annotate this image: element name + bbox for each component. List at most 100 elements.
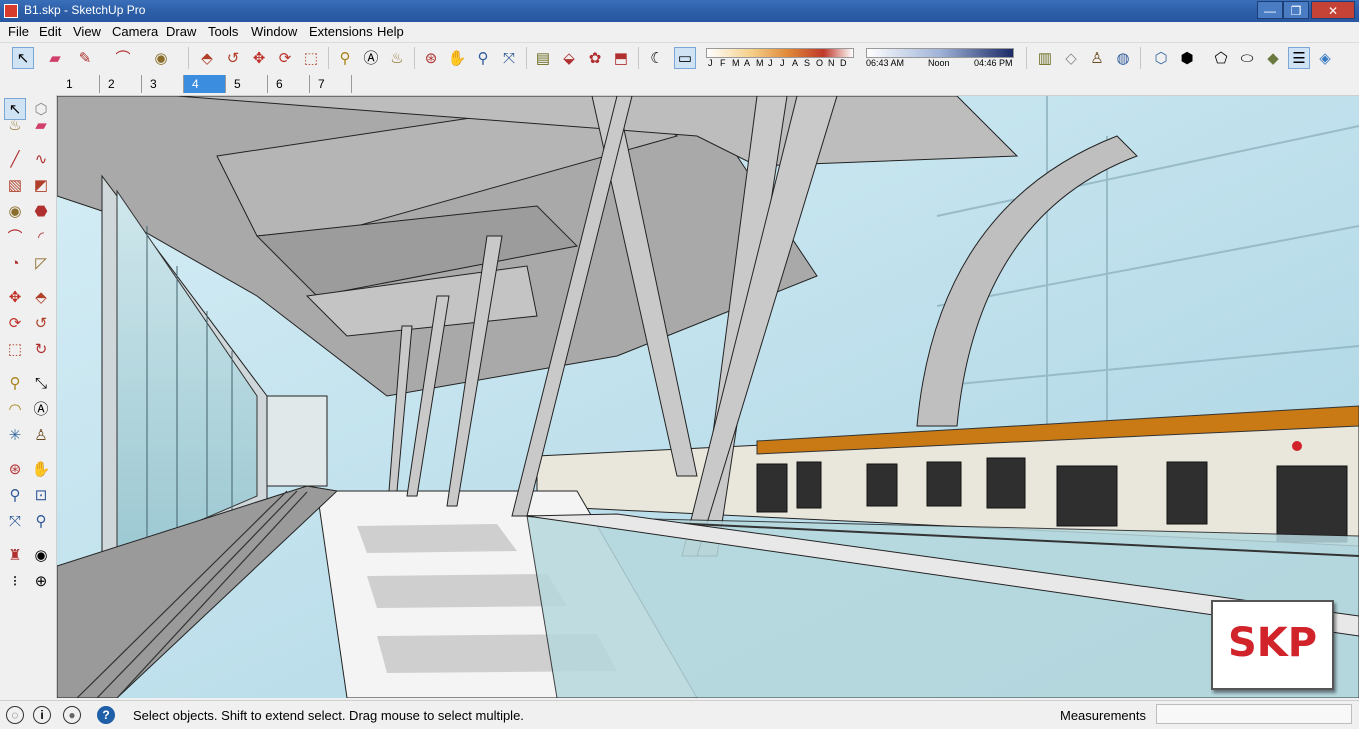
orbit-icon[interactable]: ⊛ bbox=[4, 458, 26, 480]
polygon-icon[interactable]: ⬣ bbox=[30, 200, 52, 222]
model-viewport[interactable] bbox=[57, 96, 1359, 698]
protractor-icon[interactable]: ◠ bbox=[4, 398, 26, 420]
walk-icon[interactable]: ⁝ bbox=[4, 570, 26, 592]
minimize-button[interactable]: — bbox=[1257, 1, 1283, 19]
shadow-time-slider[interactable] bbox=[866, 48, 1014, 58]
paint-bucket-icon[interactable]: ♨ bbox=[4, 114, 26, 136]
push-pull-icon[interactable]: ⬘ bbox=[30, 286, 52, 308]
3d-text-icon[interactable]: ♙ bbox=[30, 424, 52, 446]
shadows-icon[interactable]: ☾ bbox=[646, 47, 668, 69]
select-icon[interactable]: ↖ bbox=[12, 47, 34, 69]
pan-icon[interactable]: ✋ bbox=[30, 458, 52, 480]
offset-icon[interactable]: ↻ bbox=[30, 338, 52, 360]
previous-view-icon[interactable]: ⚲ bbox=[30, 510, 52, 532]
menu-help[interactable]: Help bbox=[377, 24, 404, 39]
close-button[interactable]: ✕ bbox=[1311, 1, 1355, 19]
look-around-icon[interactable]: ◉ bbox=[30, 544, 52, 566]
paint-bucket-icon[interactable]: ♨ bbox=[386, 47, 408, 69]
rectangle-icon[interactable]: ▧ bbox=[4, 174, 26, 196]
x-ray-icon[interactable]: ⬡ bbox=[1150, 47, 1172, 69]
menu-tools[interactable]: Tools bbox=[208, 24, 238, 39]
move-icon[interactable]: ✥ bbox=[4, 286, 26, 308]
move-icon[interactable]: ✥ bbox=[248, 47, 270, 69]
menu-bar: File Edit View Camera Draw Tools Window … bbox=[0, 22, 1359, 43]
scene-tab-1[interactable]: 1 bbox=[58, 75, 100, 93]
measurements-label: Measurements bbox=[1060, 708, 1146, 723]
menu-window[interactable]: Window bbox=[251, 24, 297, 39]
follow-me-icon[interactable]: ↺ bbox=[30, 312, 52, 334]
zoom-extents-icon[interactable]: ⤧ bbox=[4, 510, 26, 532]
section-display-icon[interactable]: ◇ bbox=[1060, 47, 1082, 69]
maximize-button[interactable]: ❐ bbox=[1283, 1, 1309, 19]
menu-view[interactable]: View bbox=[73, 24, 101, 39]
section-plane-icon[interactable]: ⊕ bbox=[30, 570, 52, 592]
account-icon[interactable]: ● bbox=[63, 706, 81, 724]
fog-icon[interactable]: ▭ bbox=[674, 47, 696, 69]
menu-extensions[interactable]: Extensions bbox=[309, 24, 373, 39]
scene-tab-2[interactable]: 2 bbox=[100, 75, 142, 93]
hidden-line-icon[interactable]: ⬭ bbox=[1236, 47, 1258, 69]
iso-view-icon[interactable]: ▥ bbox=[1034, 47, 1056, 69]
globe-icon[interactable]: ◍ bbox=[1112, 47, 1134, 69]
rotate-icon[interactable]: ⟳ bbox=[274, 47, 296, 69]
pie-icon[interactable]: ◔ bbox=[4, 252, 26, 274]
month-label: F bbox=[720, 58, 726, 68]
menu-file[interactable]: File bbox=[8, 24, 29, 39]
push-pull-icon[interactable]: ⬘ bbox=[196, 47, 218, 69]
eraser-icon[interactable]: ▰ bbox=[44, 47, 66, 69]
follow-me-icon[interactable]: ↺ bbox=[222, 47, 244, 69]
month-label: O bbox=[816, 58, 824, 68]
dimension-icon[interactable]: ⤡ bbox=[30, 372, 52, 394]
text-icon[interactable]: Ⓐ bbox=[30, 398, 52, 420]
menu-edit[interactable]: Edit bbox=[39, 24, 61, 39]
shaded-icon[interactable]: ◆ bbox=[1262, 47, 1284, 69]
scene-tab-5[interactable]: 5 bbox=[226, 75, 268, 93]
scene-tab-6[interactable]: 6 bbox=[268, 75, 310, 93]
warehouse-icon[interactable]: ▤ bbox=[532, 47, 554, 69]
rotate-icon[interactable]: ⟳ bbox=[4, 312, 26, 334]
tape-measure-icon[interactable]: ⚲ bbox=[334, 47, 356, 69]
share-model-icon[interactable]: ⬙ bbox=[558, 47, 580, 69]
rotated-rectangle-icon[interactable]: ◩ bbox=[30, 174, 52, 196]
credits-icon[interactable]: i bbox=[33, 706, 51, 724]
shaded-with-textures-icon[interactable]: ☰ bbox=[1288, 47, 1310, 69]
scene-tab-3[interactable]: 3 bbox=[142, 75, 184, 93]
monochrome-icon[interactable]: ◈ bbox=[1314, 47, 1336, 69]
three-point-arc-icon[interactable]: ◸ bbox=[30, 252, 52, 274]
eraser-icon[interactable]: ▰ bbox=[30, 114, 52, 136]
scene-tab-7[interactable]: 7 bbox=[310, 75, 352, 93]
text-icon[interactable]: Ⓐ bbox=[360, 47, 382, 69]
orbit-icon[interactable]: ⊛ bbox=[420, 47, 442, 69]
zoom-extents-icon[interactable]: ⤧ bbox=[498, 47, 520, 69]
arc-icon[interactable]: ⌒ bbox=[4, 226, 26, 248]
axes-icon[interactable]: ✳ bbox=[4, 424, 26, 446]
zoom-icon[interactable]: ⚲ bbox=[472, 47, 494, 69]
circle-icon[interactable]: ◉ bbox=[4, 200, 26, 222]
two-point-arc-icon[interactable]: ◜ bbox=[30, 226, 52, 248]
scale-icon[interactable]: ⬚ bbox=[300, 47, 322, 69]
pan-icon[interactable]: ✋ bbox=[446, 47, 468, 69]
menu-draw[interactable]: Draw bbox=[166, 24, 196, 39]
arc-icon[interactable]: ⌒ bbox=[112, 47, 134, 69]
help-icon[interactable]: ? bbox=[97, 706, 115, 724]
position-camera-icon[interactable]: ♜ bbox=[4, 544, 26, 566]
tape-measure-icon[interactable]: ⚲ bbox=[4, 372, 26, 394]
send-to-layout-icon[interactable]: ⬒ bbox=[610, 47, 632, 69]
sketchup-app-icon bbox=[4, 4, 18, 18]
freehand-icon[interactable]: ∿ bbox=[30, 148, 52, 170]
wireframe-icon[interactable]: ⬠ bbox=[1210, 47, 1232, 69]
shadow-date-slider[interactable] bbox=[706, 48, 854, 58]
scene-tab-4[interactable]: 4 bbox=[184, 75, 226, 93]
geo-location-icon[interactable]: ◌ bbox=[6, 706, 24, 724]
scale-icon[interactable]: ⬚ bbox=[4, 338, 26, 360]
pencil-icon[interactable]: ✎ bbox=[74, 47, 96, 69]
zoom-window-icon[interactable]: ⊡ bbox=[30, 484, 52, 506]
circle-icon[interactable]: ◉ bbox=[150, 47, 172, 69]
menu-camera[interactable]: Camera bbox=[112, 24, 158, 39]
measurements-input[interactable] bbox=[1156, 704, 1352, 724]
back-edges-icon[interactable]: ⬢ bbox=[1176, 47, 1198, 69]
zoom-icon[interactable]: ⚲ bbox=[4, 484, 26, 506]
line-icon[interactable]: ╱ bbox=[4, 148, 26, 170]
walk-icon[interactable]: ♙ bbox=[1086, 47, 1108, 69]
extension-warehouse-icon[interactable]: ✿ bbox=[584, 47, 606, 69]
